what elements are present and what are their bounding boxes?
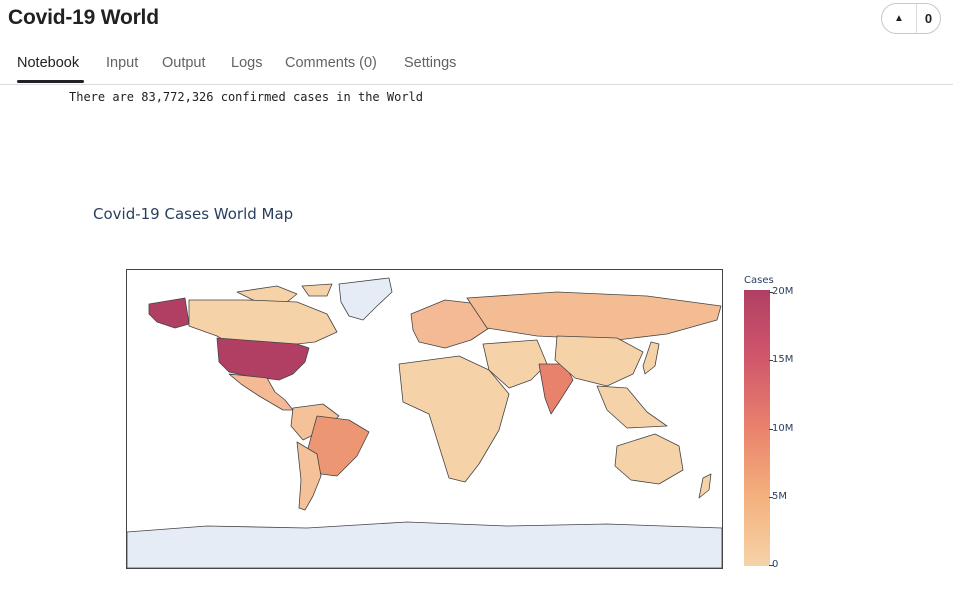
region-greenland: [338, 277, 393, 321]
region-alaska: [148, 297, 190, 329]
region-canada: [188, 299, 338, 345]
tab-output[interactable]: Output: [162, 55, 206, 71]
tab-bar: Notebook Input Output Logs Comments (0) …: [0, 48, 953, 85]
tick-label-5m: 5M: [772, 491, 787, 502]
caret-up-icon: ▲: [894, 13, 904, 24]
region-japan: [642, 341, 660, 375]
tab-logs[interactable]: Logs: [231, 55, 262, 71]
region-southeast-asia: [596, 385, 668, 429]
cell-output-text: There are 83,772,326 confirmed cases in …: [69, 90, 424, 104]
region-usa: [216, 337, 310, 381]
tab-settings[interactable]: Settings: [404, 55, 456, 71]
region-africa: [398, 355, 510, 483]
colorbar: [744, 290, 770, 566]
tab-notebook[interactable]: Notebook: [17, 55, 79, 71]
tick-label-15m: 15M: [772, 354, 794, 365]
tick-label-20m: 20M: [772, 286, 794, 297]
vote-count: 0: [924, 11, 933, 26]
legend-title: Cases: [744, 275, 774, 286]
region-mexico: [228, 373, 294, 411]
choropleth-map[interactable]: [126, 269, 723, 569]
page-title: Covid-19 World: [8, 6, 159, 29]
active-tab-indicator: [17, 80, 84, 83]
region-new-zealand: [698, 473, 712, 499]
upvote-button[interactable]: ▲: [882, 4, 917, 33]
region-arctic-islands: [236, 283, 333, 303]
region-australia: [614, 433, 684, 485]
vote-widget: ▲ 0: [881, 3, 941, 34]
map-title: Covid-19 Cases World Map: [93, 205, 294, 223]
tab-comments[interactable]: Comments (0): [285, 55, 377, 71]
tab-input[interactable]: Input: [106, 55, 138, 71]
region-russia: [466, 291, 722, 341]
region-antarctica: [127, 521, 722, 568]
tick-label-10m: 10M: [772, 423, 794, 434]
tick-label-0: 0: [772, 559, 779, 570]
